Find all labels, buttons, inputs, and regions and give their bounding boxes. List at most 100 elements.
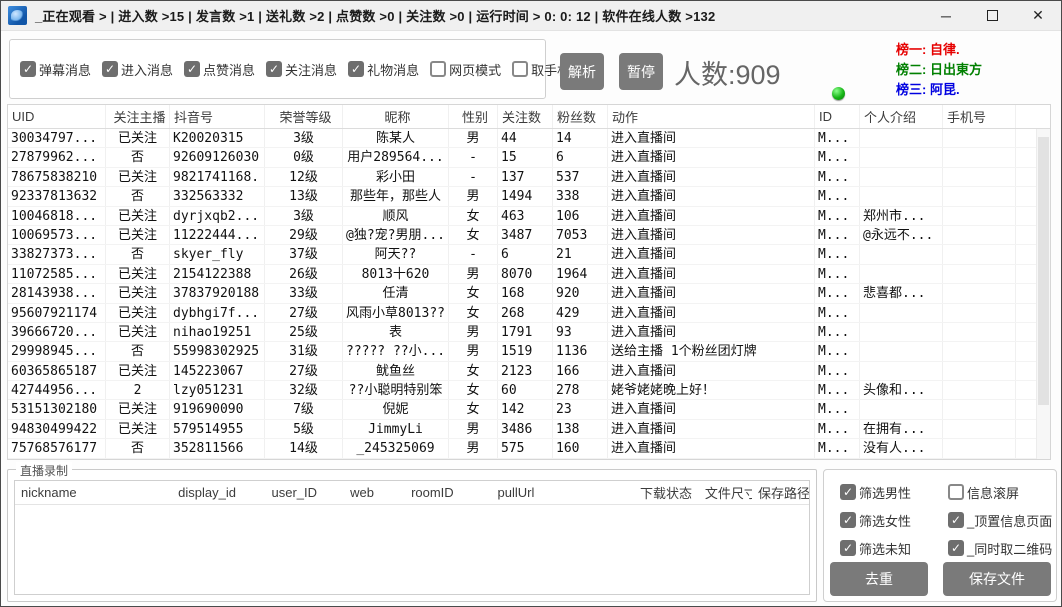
close-button[interactable]: ✕ bbox=[1015, 1, 1061, 30]
msg-checkbox-0[interactable]: ✓弹幕消息 bbox=[20, 60, 91, 79]
column-header-1[interactable]: 关注主播 bbox=[106, 105, 170, 128]
checked-checkbox-icon: ✓ bbox=[102, 61, 118, 77]
column-header-6[interactable]: 关注数 bbox=[498, 105, 553, 128]
column-header-9[interactable]: ID bbox=[815, 105, 860, 128]
table-row[interactable]: 11072585...已关注215412238826级8013十620男8070… bbox=[8, 265, 1036, 284]
msg-checkbox-1-label: 进入消息 bbox=[121, 60, 173, 79]
filter-checkbox-left-2[interactable]: ✓筛选未知 bbox=[840, 538, 911, 558]
table-row[interactable]: 60365865187已关注14522306727级鱿鱼丝女2123166进入直… bbox=[8, 362, 1036, 381]
column-header-7[interactable]: 粉丝数 bbox=[553, 105, 608, 128]
people-count: 人数:909 bbox=[674, 53, 781, 92]
table-row[interactable]: 75768576177否35281156614级_245325069男57516… bbox=[8, 439, 1036, 458]
table-row[interactable]: 10069573...已关注11222444...29级@独?宠?男朋...女3… bbox=[8, 226, 1036, 245]
unchecked-checkbox-icon bbox=[948, 484, 964, 500]
table-row[interactable]: 27879962...否926091260300级用户289564...-156… bbox=[8, 148, 1036, 167]
column-header-0[interactable]: UID bbox=[8, 105, 106, 128]
window-controls: ─ ✕ bbox=[923, 1, 1061, 30]
msg-checkbox-3-label: 关注消息 bbox=[285, 60, 337, 79]
recording-column-7[interactable]: 文件尺寸 bbox=[699, 483, 752, 502]
viewer-table-body: 30034797...已关注K200203153级陈某人男4414进入直播间M.… bbox=[8, 129, 1036, 459]
filter-checkbox-right-0-label: 信息滚屏 bbox=[967, 483, 1019, 502]
checked-checkbox-icon: ✓ bbox=[840, 540, 856, 556]
recording-column-2[interactable]: user_ID bbox=[265, 485, 344, 500]
table-row[interactable]: 30034797...已关注K200203153级陈某人男4414进入直播间M.… bbox=[8, 129, 1036, 148]
column-header-8[interactable]: 动作 bbox=[608, 105, 815, 128]
checked-checkbox-icon: ✓ bbox=[948, 512, 964, 528]
column-header-3[interactable]: 荣誉等级 bbox=[265, 105, 343, 128]
msg-checkbox-4[interactable]: ✓礼物消息 bbox=[348, 60, 419, 79]
msg-checkbox-3[interactable]: ✓关注消息 bbox=[266, 60, 337, 79]
dedupe-button[interactable]: 去重 bbox=[830, 562, 928, 596]
column-header-4[interactable]: 昵称 bbox=[343, 105, 449, 128]
filter-checkbox-left-1[interactable]: ✓筛选女性 bbox=[840, 510, 911, 530]
msg-checkbox-0-label: 弹幕消息 bbox=[39, 60, 91, 79]
recording-column-1[interactable]: display_id bbox=[172, 485, 265, 500]
table-row[interactable]: 39666720...已关注nihao1925125级表男179193进入直播间… bbox=[8, 323, 1036, 342]
viewer-table-header: UID关注主播抖音号荣誉等级昵称性别关注数粉丝数动作ID个人介绍手机号 bbox=[8, 105, 1050, 129]
table-row[interactable]: 94830499422已关注5795149555级JimmyLi男3486138… bbox=[8, 420, 1036, 439]
recording-column-4[interactable]: roomID bbox=[405, 485, 491, 500]
table-scrollbar[interactable] bbox=[1036, 129, 1050, 459]
rank-item-3: 榜三: 阿昆. bbox=[896, 80, 982, 100]
filter-panel: ✓筛选男性✓筛选女性✓筛选未知 信息滚屏✓_顶置信息页面✓_同时取二维码 去重 … bbox=[823, 469, 1057, 602]
msg-checkbox-4-label: 礼物消息 bbox=[367, 60, 419, 79]
recording-list: nicknamedisplay_iduser_IDwebroomIDpullUr… bbox=[14, 480, 810, 595]
msg-checkbox-2[interactable]: ✓点赞消息 bbox=[184, 60, 255, 79]
table-row[interactable]: 10046818...已关注dyrjxqb2...3级顺风女463106进入直播… bbox=[8, 207, 1036, 226]
msg-checkbox-5[interactable]: 网页模式 bbox=[430, 60, 501, 79]
status-dot-icon bbox=[832, 87, 845, 100]
msg-checkbox-1[interactable]: ✓进入消息 bbox=[102, 60, 173, 79]
table-row[interactable]: 33827373...否skyer_fly37级阿天??-621进入直播间M..… bbox=[8, 245, 1036, 264]
recording-column-8[interactable]: 保存路径 bbox=[752, 483, 809, 502]
maximize-button[interactable] bbox=[969, 1, 1015, 30]
rank-item-2: 榜二: 日出東方 bbox=[896, 60, 982, 80]
rank-list: 榜一: 自律.榜二: 日出東方榜三: 阿昆. bbox=[896, 40, 982, 100]
checked-checkbox-icon: ✓ bbox=[348, 61, 364, 77]
column-header-11[interactable]: 手机号 bbox=[943, 105, 1016, 128]
recording-column-3[interactable]: web bbox=[344, 485, 405, 500]
table-row[interactable]: 42744956...2lzy05123132级??小聪明特别笨女60278姥爷… bbox=[8, 381, 1036, 400]
filter-checkbox-right-0[interactable]: 信息滚屏 bbox=[948, 482, 1052, 502]
checked-checkbox-icon: ✓ bbox=[20, 61, 36, 77]
message-filter-groupbox: ✓弹幕消息✓进入消息✓点赞消息✓关注消息✓礼物消息网页模式取手机号 bbox=[9, 39, 546, 99]
app-window: _正在观看 > | 进入数 >15 | 发言数 >1 | 送礼数 >2 | 点赞… bbox=[0, 0, 1062, 607]
recording-list-header: nicknamedisplay_iduser_IDwebroomIDpullUr… bbox=[15, 481, 809, 505]
unchecked-checkbox-icon bbox=[430, 61, 446, 77]
filter-column-left: ✓筛选男性 ✓筛选女性 ✓筛选未知 bbox=[840, 482, 922, 566]
recording-column-5[interactable]: pullUrl bbox=[492, 485, 634, 500]
recording-groupbox: 直播录制 nicknamedisplay_iduser_IDwebroomIDp… bbox=[7, 469, 817, 602]
msg-checkbox-2-label: 点赞消息 bbox=[203, 60, 255, 79]
filter-checkbox-right-1-label: _顶置信息页面 bbox=[967, 511, 1052, 530]
filter-checkbox-left-2-label: 筛选未知 bbox=[859, 539, 911, 558]
column-header-2[interactable]: 抖音号 bbox=[170, 105, 265, 128]
filter-checkbox-right-2-label: _同时取二维码 bbox=[967, 539, 1052, 558]
scrollbar-thumb[interactable] bbox=[1038, 137, 1049, 405]
table-row[interactable]: 53151302180已关注9196900907级倪妮女14223进入直播间M.… bbox=[8, 400, 1036, 419]
msg-checkbox-5-label: 网页模式 bbox=[449, 60, 501, 79]
title-bar: _正在观看 > | 进入数 >15 | 发言数 >1 | 送礼数 >2 | 点赞… bbox=[1, 1, 1061, 31]
recording-column-0[interactable]: nickname bbox=[15, 485, 172, 500]
minimize-button[interactable]: ─ bbox=[923, 1, 969, 30]
table-row[interactable]: 95607921174已关注dybhgi7f...27级风雨小草8013??女2… bbox=[8, 304, 1036, 323]
parse-button[interactable]: 解析 bbox=[560, 53, 604, 90]
table-row[interactable]: 78675838210已关注9821741168.12级彩小田-137537进入… bbox=[8, 168, 1036, 187]
checked-checkbox-icon: ✓ bbox=[184, 61, 200, 77]
filter-checkbox-left-0[interactable]: ✓筛选男性 bbox=[840, 482, 911, 502]
table-row[interactable]: 28143938...已关注3783792018833级任清女168920进入直… bbox=[8, 284, 1036, 303]
maximize-icon bbox=[987, 10, 998, 21]
filter-checkbox-right-1[interactable]: ✓_顶置信息页面 bbox=[948, 510, 1052, 530]
recording-column-6[interactable]: 下载状态 bbox=[634, 483, 699, 502]
filter-checkbox-right-2[interactable]: ✓_同时取二维码 bbox=[948, 538, 1052, 558]
table-row[interactable]: 29998945...否5599830292531级????? ??小...男1… bbox=[8, 342, 1036, 361]
filter-column-right: 信息滚屏✓_顶置信息页面✓_同时取二维码 bbox=[948, 482, 1062, 566]
column-header-10[interactable]: 个人介绍 bbox=[860, 105, 943, 128]
table-row[interactable]: 92337813632否33256333213级那些年，那些人男1494338进… bbox=[8, 187, 1036, 206]
recording-group-label: 直播录制 bbox=[16, 462, 72, 479]
column-header-5[interactable]: 性别 bbox=[449, 105, 498, 128]
unchecked-checkbox-icon bbox=[512, 61, 528, 77]
save-file-button[interactable]: 保存文件 bbox=[943, 562, 1051, 596]
pause-button[interactable]: 暂停 bbox=[619, 53, 663, 90]
app-icon bbox=[8, 6, 27, 25]
viewer-table: UID关注主播抖音号荣誉等级昵称性别关注数粉丝数动作ID个人介绍手机号 3003… bbox=[7, 104, 1051, 460]
checked-checkbox-icon: ✓ bbox=[266, 61, 282, 77]
